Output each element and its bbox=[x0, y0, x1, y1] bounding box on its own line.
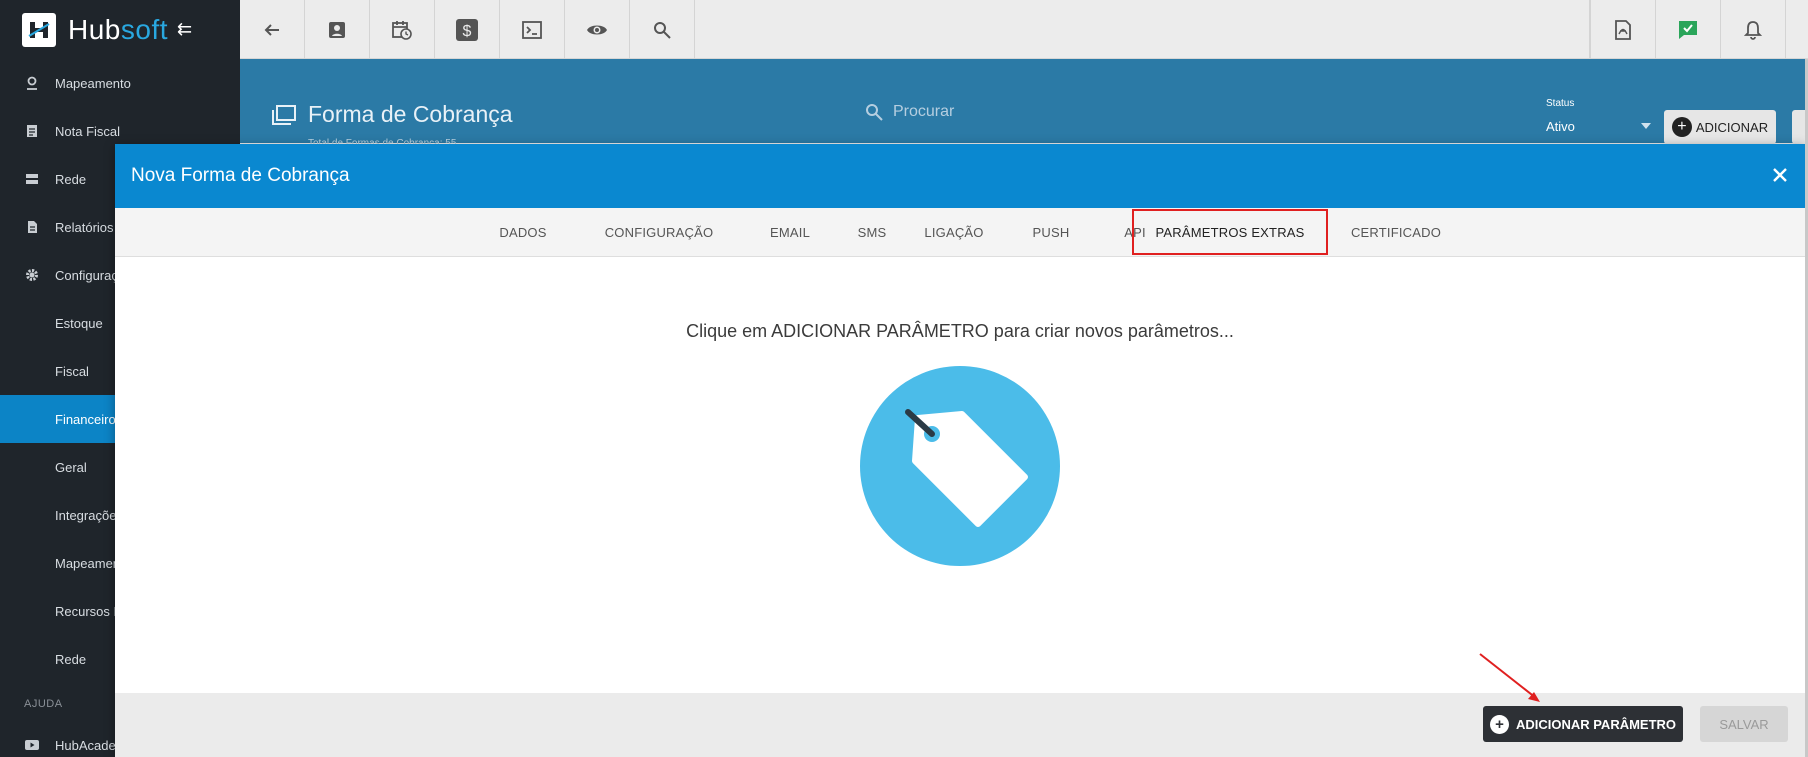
status-value: Ativo bbox=[1546, 118, 1575, 134]
sidebar-item-label: Recursos H bbox=[55, 603, 123, 619]
calendar-clock-icon bbox=[392, 20, 412, 40]
server-icon bbox=[24, 171, 40, 187]
top-toolbar: $ bbox=[240, 0, 1808, 59]
search-bar[interactable]: Procurar bbox=[865, 103, 954, 121]
tab-ligacao[interactable]: LIGAÇÃO bbox=[901, 208, 1007, 257]
youtube-icon bbox=[24, 737, 40, 753]
dollar-icon: $ bbox=[456, 18, 478, 41]
search-placeholder: Procurar bbox=[893, 103, 955, 120]
eye-icon bbox=[587, 25, 607, 34]
empty-state-message: Clique em ADICIONAR PARÂMETRO para criar… bbox=[686, 321, 1234, 341]
tab-certificado[interactable]: CERTIFICADO bbox=[1331, 208, 1461, 257]
close-button[interactable] bbox=[1767, 162, 1793, 188]
annotation-arrow-icon bbox=[1479, 653, 1540, 702]
svg-text:$: $ bbox=[463, 23, 472, 40]
logo-bar: Hubsoft ⇇ bbox=[0, 0, 240, 59]
modal-body: Clique em ADICIONAR PARÂMETRO para criar… bbox=[115, 257, 1805, 693]
sidebar-item-mapeamento[interactable]: Mapeamento bbox=[0, 59, 240, 107]
back-arrow-icon bbox=[264, 23, 279, 36]
save-button[interactable]: SALVAR bbox=[1700, 706, 1788, 742]
schedule-button[interactable] bbox=[370, 0, 435, 59]
close-icon bbox=[1773, 168, 1787, 182]
pdf-icon bbox=[1615, 19, 1631, 40]
map-pin-icon bbox=[24, 75, 40, 91]
tab-configuracao[interactable]: CONFIGURAÇÃO bbox=[579, 208, 739, 257]
sidebar-item-label: Configuraç bbox=[55, 267, 118, 283]
dropdown-caret-icon bbox=[1641, 123, 1651, 129]
sidebar-item-label: Rede bbox=[55, 651, 87, 667]
sidebar-item-label: Relatórios bbox=[55, 219, 114, 235]
add-button[interactable]: + ADICIONAR bbox=[1664, 110, 1776, 144]
sidebar-item-label: Mapeamento bbox=[55, 75, 131, 91]
terminal-button[interactable] bbox=[500, 0, 565, 59]
sidebar-item-label: Geral bbox=[55, 459, 87, 475]
list-icon bbox=[272, 104, 296, 125]
notifications-button[interactable] bbox=[1720, 0, 1785, 59]
sidebar-item-label: Fiscal bbox=[55, 363, 89, 379]
terminal-icon bbox=[522, 20, 542, 39]
page-title-wrap: Forma de Cobrança bbox=[272, 101, 513, 128]
tab-push[interactable]: PUSH bbox=[1015, 208, 1087, 257]
status-select[interactable]: Ativo bbox=[1546, 115, 1651, 137]
page-header: Forma de Cobrança Total de Formas de Cob… bbox=[240, 59, 1808, 149]
report-icon bbox=[24, 219, 40, 235]
modal-footer: + ADICIONAR PARÂMETRO SALVAR bbox=[115, 693, 1805, 757]
document-icon bbox=[24, 123, 40, 139]
tag-icon bbox=[905, 409, 1028, 527]
view-button[interactable] bbox=[565, 0, 630, 59]
plus-circle-icon: + bbox=[1671, 117, 1692, 137]
tag-illustration-icon bbox=[860, 366, 1060, 566]
user-avatar-button[interactable] bbox=[1785, 0, 1808, 59]
tab-email[interactable]: EMAIL bbox=[747, 208, 833, 257]
modal-header: Nova Forma de Cobrança bbox=[115, 144, 1805, 208]
contact-card-icon bbox=[329, 21, 345, 38]
bell-icon bbox=[1744, 20, 1762, 40]
search-icon bbox=[866, 104, 883, 121]
collapse-sidebar-icon[interactable]: ⇇ bbox=[177, 19, 192, 40]
plus-circle-icon: + bbox=[1489, 714, 1509, 734]
add-parameter-label: ADICIONAR PARÂMETRO bbox=[1515, 716, 1677, 732]
tab-sms[interactable]: SMS bbox=[835, 208, 909, 257]
search-icon bbox=[654, 21, 671, 39]
new-billing-modal: Nova Forma de Cobrança DADOS CONFIGURAÇÃ… bbox=[115, 144, 1805, 757]
back-button[interactable] bbox=[240, 0, 305, 59]
sidebar-item-label: Rede bbox=[55, 171, 87, 187]
chat-check-icon bbox=[1679, 20, 1697, 39]
financial-button[interactable]: $ bbox=[435, 0, 500, 59]
modal-tabs: DADOS CONFIGURAÇÃO EMAIL SMS LIGAÇÃO PUS… bbox=[115, 208, 1805, 257]
messages-button[interactable] bbox=[1655, 0, 1720, 59]
pdf-button[interactable] bbox=[1590, 0, 1655, 59]
sidebar-item-label: Nota Fiscal bbox=[55, 123, 121, 139]
hubsoft-logo-icon bbox=[22, 12, 56, 47]
page-title: Forma de Cobrança bbox=[308, 101, 513, 127]
sidebar-item-label: HubAcade bbox=[55, 737, 116, 753]
gear-icon bbox=[24, 267, 40, 283]
sidebar-item-label: Estoque bbox=[55, 315, 103, 331]
toolbar-spacer bbox=[695, 0, 1590, 58]
search-button[interactable] bbox=[630, 0, 695, 59]
sidebar-item-label: Financeiro bbox=[55, 411, 116, 427]
add-parameter-button[interactable]: + ADICIONAR PARÂMETRO bbox=[1483, 706, 1683, 742]
contacts-button[interactable] bbox=[305, 0, 370, 59]
add-button-label: ADICIONAR bbox=[1695, 119, 1769, 135]
app-logo-text: Hubsoft bbox=[68, 13, 169, 45]
sidebar-item-label: Mapeamen bbox=[55, 555, 121, 571]
modal-title: Nova Forma de Cobrança bbox=[131, 165, 350, 186]
sidebar-item-label: Integraçõe bbox=[55, 507, 117, 523]
tab-dados[interactable]: DADOS bbox=[481, 208, 565, 257]
tab-parametros-extras[interactable]: PARÂMETROS EXTRAS bbox=[1132, 209, 1328, 255]
status-label: Status bbox=[1546, 98, 1575, 109]
